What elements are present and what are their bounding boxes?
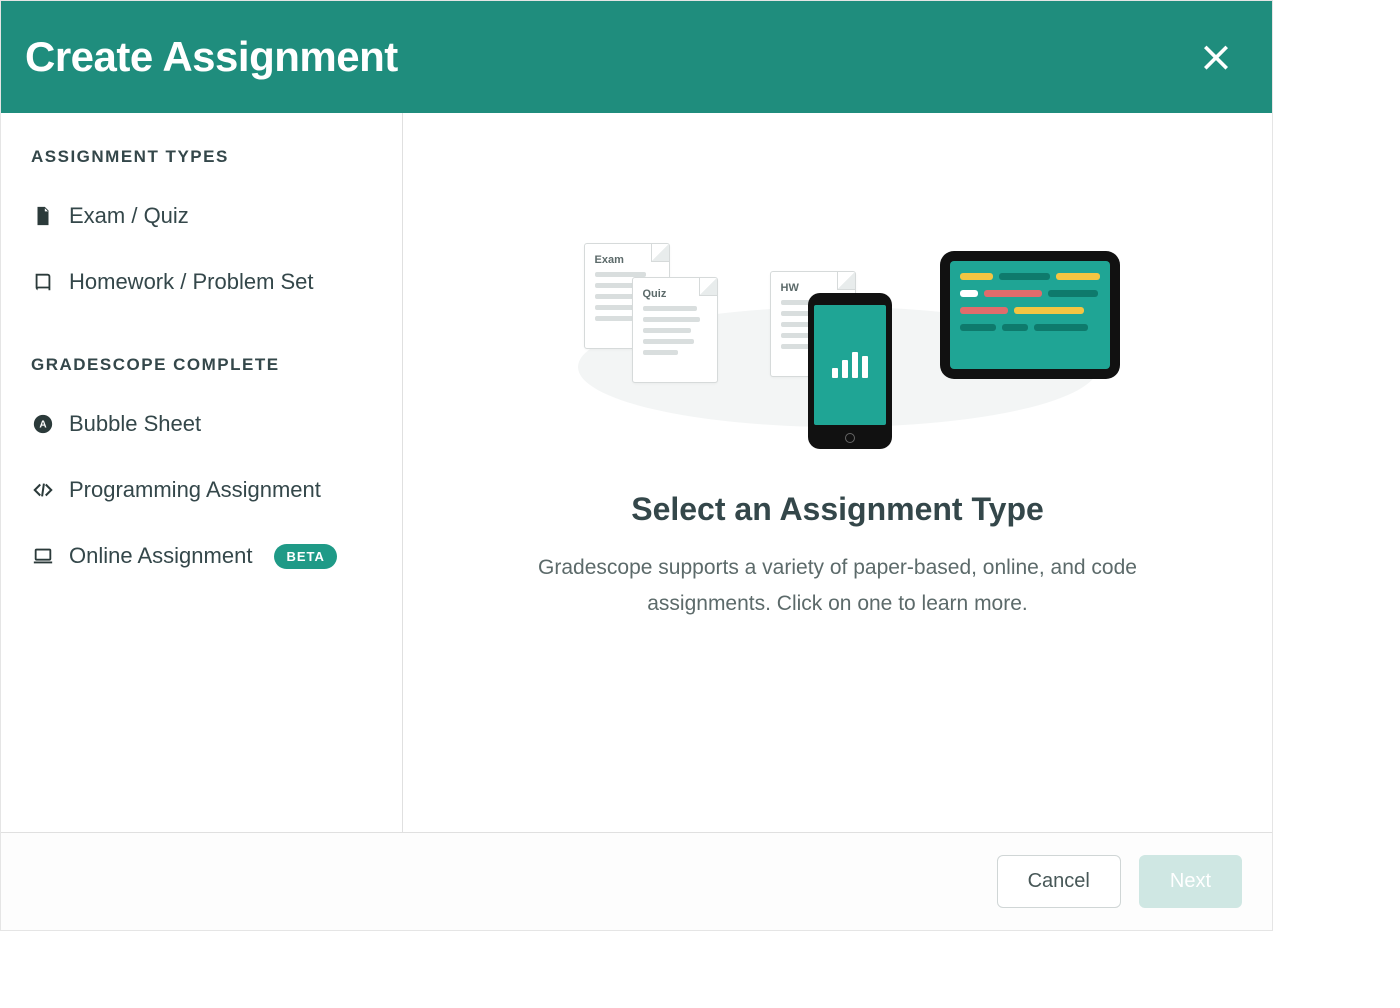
main-description: Gradescope supports a variety of paper-b… (518, 550, 1158, 621)
sidebar-item-exam-quiz[interactable]: Exam / Quiz (31, 193, 372, 239)
bubble-icon: A (31, 412, 55, 436)
next-button[interactable]: Next (1139, 855, 1242, 908)
sidebar-item-programming[interactable]: Programming Assignment (31, 467, 372, 513)
section-title-gradescope-complete: GRADESCOPE COMPLETE (31, 355, 372, 375)
bar-chart-icon (832, 352, 868, 378)
illustration-doc-quiz: Quiz (632, 277, 718, 383)
file-icon (31, 204, 55, 228)
close-icon (1198, 60, 1234, 77)
section-title-assignment-types: ASSIGNMENT TYPES (31, 147, 372, 167)
sidebar-item-label: Exam / Quiz (69, 203, 189, 229)
sidebar-item-label: Bubble Sheet (69, 411, 201, 437)
book-icon (31, 270, 55, 294)
sidebar-item-label: Programming Assignment (69, 477, 321, 503)
code-icon (31, 478, 55, 502)
modal-title: Create Assignment (25, 33, 398, 81)
main-heading: Select an Assignment Type (631, 491, 1044, 528)
sidebar-list-assignment-types: Exam / Quiz Homework / Problem Set (31, 193, 372, 305)
close-button[interactable] (1198, 37, 1234, 78)
create-assignment-modal: Create Assignment ASSIGNMENT TYPES Exam … (0, 0, 1273, 931)
sidebar-list-gradescope-complete: A Bubble Sheet Programming Assignment On… (31, 401, 372, 579)
sidebar-item-bubble-sheet[interactable]: A Bubble Sheet (31, 401, 372, 447)
illustration-phone (808, 293, 892, 449)
sidebar: ASSIGNMENT TYPES Exam / Quiz Homework / … (1, 113, 403, 832)
svg-text:A: A (39, 420, 47, 431)
sidebar-item-online-assignment[interactable]: Online Assignment BETA (31, 533, 372, 579)
cancel-button[interactable]: Cancel (997, 855, 1121, 908)
modal-header: Create Assignment (1, 1, 1272, 113)
sidebar-item-label: Online Assignment (69, 543, 252, 569)
sidebar-item-homework[interactable]: Homework / Problem Set (31, 259, 372, 305)
main-panel: Exam Quiz HW (403, 113, 1272, 832)
sidebar-item-label: Homework / Problem Set (69, 269, 314, 295)
laptop-icon (31, 544, 55, 568)
modal-body: ASSIGNMENT TYPES Exam / Quiz Homework / … (1, 113, 1272, 832)
illustration: Exam Quiz HW (538, 243, 1138, 463)
beta-badge: BETA (274, 544, 336, 569)
modal-footer: Cancel Next (1, 832, 1272, 930)
illustration-tablet (940, 251, 1120, 379)
